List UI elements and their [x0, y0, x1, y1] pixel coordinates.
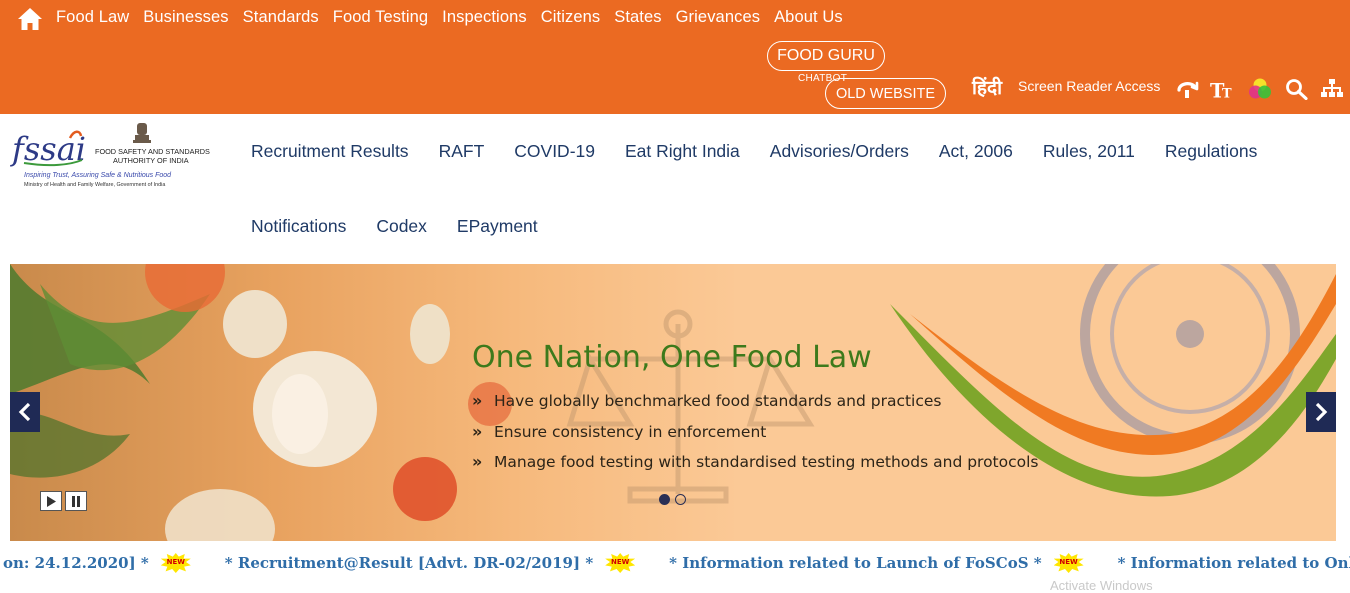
nav-rules-2011[interactable]: Rules, 2011 [1043, 141, 1135, 216]
home-icon[interactable] [17, 7, 43, 31]
banner-point-text: Have globally benchmarked food standards… [494, 392, 942, 410]
ticker-item-text: * Information related to Online Webinar … [1117, 554, 1350, 572]
nav-recruitment-results[interactable]: Recruitment Results [251, 141, 409, 216]
logo-org-line1: FOOD SAFETY AND STANDARDS [95, 147, 210, 156]
double-chevron-icon: » [472, 421, 483, 441]
carousel-dot-1[interactable] [659, 494, 670, 505]
topnav-food-testing[interactable]: Food Testing [333, 8, 428, 27]
topnav-food-law[interactable]: Food Law [56, 8, 129, 27]
double-chevron-icon: » [472, 391, 483, 410]
carousel-pause-button[interactable] [65, 491, 87, 511]
carousel-dot-2[interactable] [675, 494, 686, 505]
top-navigation: Food Law Businesses Standards Food Testi… [56, 8, 843, 27]
nav-regulations[interactable]: Regulations [1165, 141, 1257, 216]
carousel-next-button[interactable] [1306, 392, 1336, 432]
top-bar: Food Law Businesses Standards Food Testi… [0, 0, 1350, 114]
old-website-button[interactable]: OLD WEBSITE [825, 78, 946, 109]
topnav-states[interactable]: States [614, 8, 661, 27]
ticker-track: on: 24.12.2020] * NEW * Recruitment@Resu… [0, 553, 1350, 573]
pause-icon [72, 495, 80, 507]
news-ticker: on: 24.12.2020] * NEW * Recruitment@Resu… [0, 549, 1350, 577]
banner-point: » Have globally benchmarked food standard… [472, 392, 1039, 423]
ticker-item-text: * Information related to Launch of FoSCo… [669, 554, 1042, 572]
banner-point: » Manage food testing with standardised t… [472, 453, 1039, 484]
hero-carousel: One Nation, One Food Law » Have globally … [10, 264, 1336, 541]
fssai-logo[interactable]: fssai FOOD SAFETY AND STANDARDS AUTHORIT… [10, 120, 210, 192]
ticker-item[interactable]: * Information related to Online Webinar … [1118, 554, 1350, 572]
logo-tagline: Inspiring Trust, Assuring Safe & Nutriti… [24, 172, 172, 179]
ticker-item[interactable]: on: 24.12.2020] * NEW [3, 553, 225, 573]
nav-act-2006[interactable]: Act, 2006 [939, 141, 1013, 216]
logo-ministry: Ministry of Health and Family Welfare, G… [24, 182, 165, 188]
nav-raft[interactable]: RAFT [439, 141, 485, 216]
new-badge-icon: NEW [1053, 553, 1084, 573]
logo-org-line2: AUTHORITY OF INDIA [113, 156, 189, 165]
ticker-item[interactable]: * Information related to Launch of FoSCo… [669, 553, 1117, 573]
banner-points: » Have globally benchmarked food standard… [472, 392, 1039, 484]
topnav-standards[interactable]: Standards [243, 8, 319, 27]
carousel-play-button[interactable] [40, 491, 62, 511]
ticker-item[interactable]: * Recruitment@Result [Advt. DR-02/2019] … [225, 553, 669, 573]
screen-reader-access-link[interactable]: Screen Reader Access [1018, 78, 1160, 94]
nav-eat-right-india[interactable]: Eat Right India [625, 141, 740, 216]
double-chevron-icon: » [472, 452, 483, 471]
chevron-left-icon [18, 402, 31, 422]
carousel-prev-button[interactable] [10, 392, 40, 432]
new-badge-icon: NEW [605, 553, 636, 573]
ticker-item-text: on: 24.12.2020] * [3, 554, 149, 572]
main-nav-row-1: Recruitment Results RAFT COVID-19 Eat Ri… [251, 141, 1331, 216]
topnav-about-us[interactable]: About Us [774, 8, 843, 27]
color-contrast-icon[interactable] [1248, 78, 1272, 100]
ticker-item-text: * Recruitment@Result [Advt. DR-02/2019] … [224, 554, 594, 572]
hindi-language-link[interactable]: हिंदी [972, 74, 1002, 100]
search-icon[interactable] [1285, 78, 1309, 100]
new-badge-icon: NEW [160, 553, 191, 573]
accessibility-icon[interactable] [1176, 78, 1200, 100]
topnav-grievances[interactable]: Grievances [676, 8, 760, 27]
chevron-right-icon [1315, 402, 1328, 422]
play-icon [47, 495, 56, 507]
topnav-businesses[interactable]: Businesses [143, 8, 228, 27]
banner-point-text: Manage food testing with standardised te… [494, 453, 1039, 471]
svg-text:T: T [1222, 86, 1232, 100]
sitemap-icon[interactable] [1320, 78, 1344, 100]
national-emblem-icon [133, 123, 151, 143]
topnav-inspections[interactable]: Inspections [442, 8, 527, 27]
text-size-icon[interactable]: T T [1210, 78, 1234, 100]
banner-point-text: Ensure consistency in enforcement [494, 422, 767, 441]
topnav-citizens[interactable]: Citizens [541, 8, 601, 27]
nav-advisories-orders[interactable]: Advisories/Orders [770, 141, 909, 216]
fssai-logo-graphic: fssai FOOD SAFETY AND STANDARDS AUTHORIT… [10, 123, 210, 188]
banner-point: » Ensure consistency in enforcement [472, 421, 1039, 454]
banner-title: One Nation, One Food Law [472, 340, 872, 375]
nav-covid-19[interactable]: COVID-19 [514, 141, 595, 216]
food-guru-button[interactable]: FOOD GURU [767, 41, 885, 71]
